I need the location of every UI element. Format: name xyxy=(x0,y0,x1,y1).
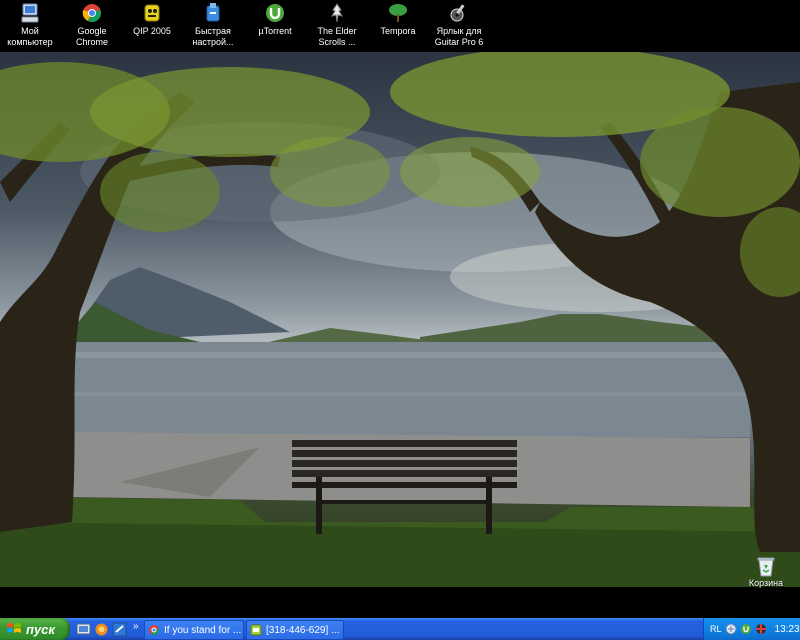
desktop-icon-tempora[interactable]: Tempora xyxy=(363,2,433,37)
system-tray: RL 13:23 xyxy=(703,618,800,640)
antivirus-tray-icon[interactable] xyxy=(755,623,767,635)
taskbar: пуск » If you stand for ... [318-446-629… xyxy=(0,618,800,640)
chrome-icon xyxy=(82,4,102,23)
desktop-icon-my-computer[interactable]: Мой компьютер xyxy=(0,2,65,48)
icon-label: Ярлык для Guitar Pro 6 xyxy=(434,26,484,47)
desktop-icon-qip-2005[interactable]: QIP 2005 xyxy=(117,2,187,37)
icon-label: Корзина xyxy=(748,578,784,588)
icon-label: QIP 2005 xyxy=(133,26,171,36)
icon-label: Быстрая настрой... xyxy=(192,26,234,47)
desktop-icon-quick-setup[interactable]: Быстрая настрой... xyxy=(178,2,248,48)
qip-icon xyxy=(250,624,262,636)
qip-icon xyxy=(144,4,160,22)
icon-label: Tempora xyxy=(380,26,416,36)
setup-icon xyxy=(206,3,220,22)
quick-launch xyxy=(76,621,127,637)
language-indicator[interactable]: RL xyxy=(710,624,722,634)
taskbar-button-chrome[interactable]: If you stand for ... xyxy=(144,620,244,640)
desktop-icon-utorrent[interactable]: µTorrent xyxy=(240,2,310,37)
desktop-icon-recycle-bin[interactable]: Корзина xyxy=(740,555,792,589)
taskbar-button-label: If you stand for ... xyxy=(164,624,242,636)
tree-icon xyxy=(389,4,407,22)
ie-icon[interactable] xyxy=(112,622,127,637)
icon-label: The Elder Scrolls ... xyxy=(317,26,357,47)
chrome-icon xyxy=(149,625,159,635)
desktop-icon-elder-scrolls[interactable]: The Elder Scrolls ... xyxy=(302,2,372,48)
elder-scrolls-icon xyxy=(330,3,344,23)
recycle-bin-icon xyxy=(757,557,775,577)
desktop-icon[interactable] xyxy=(76,622,91,637)
taskbar-button-qip[interactable]: [318-446-629] ... xyxy=(246,620,344,640)
icon-label: Мой компьютер xyxy=(7,26,53,47)
clock[interactable]: 13:23 xyxy=(775,624,800,635)
network-icon[interactable] xyxy=(725,623,737,635)
utorrent-tray-icon[interactable] xyxy=(740,623,752,635)
taskbar-button-label: [318-446-629] ... xyxy=(266,624,340,636)
guitar-icon xyxy=(450,4,465,22)
browser-icon[interactable] xyxy=(94,622,109,637)
computer-icon xyxy=(21,3,39,23)
quick-launch-chevron[interactable]: » xyxy=(133,621,139,632)
wallpaper-scene xyxy=(0,52,800,587)
desktop[interactable]: Мой компьютер Google Chrome QIP 2005 Быс… xyxy=(0,0,800,618)
desktop-icon-row: Мой компьютер Google Chrome QIP 2005 Быс… xyxy=(0,0,800,52)
start-label: пуск xyxy=(26,621,55,637)
start-button[interactable]: пуск xyxy=(0,618,70,640)
icon-label: µTorrent xyxy=(258,26,292,36)
utorrent-icon xyxy=(266,4,284,22)
windows-flag-icon xyxy=(7,623,21,633)
desktop-icon-guitar-pro[interactable]: Ярлык для Guitar Pro 6 xyxy=(424,2,494,48)
wallpaper xyxy=(0,52,800,587)
